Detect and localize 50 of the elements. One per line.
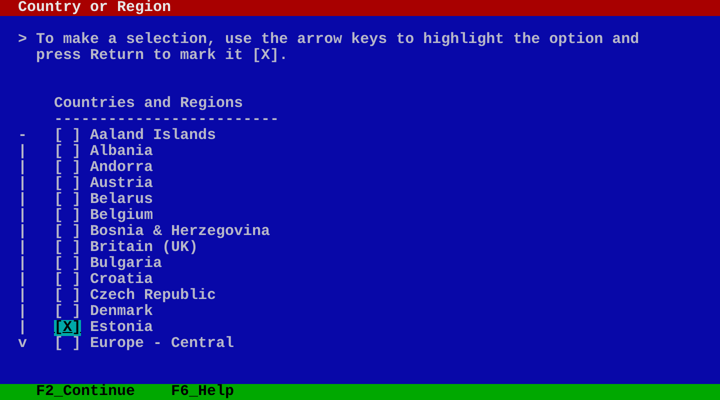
scroll-indicator: -	[18, 128, 28, 144]
checkbox[interactable]: [ ]	[54, 144, 82, 160]
checkbox[interactable]: [ ]	[54, 240, 82, 256]
checkbox[interactable]: [ ]	[54, 128, 82, 144]
scroll-indicator: |	[18, 208, 28, 224]
function-key-hint[interactable]: F2_Continue	[36, 384, 136, 400]
prompt-marker: >	[18, 32, 28, 48]
scroll-indicator: |	[18, 176, 28, 192]
scroll-indicator: |	[18, 288, 28, 304]
checkbox[interactable]: [ ]	[54, 192, 82, 208]
instruction-text: To make a selection, use the arrow keys to highlight the option and	[36, 32, 640, 48]
list-heading: Countries and Regions	[54, 96, 244, 112]
scroll-indicator: |	[18, 304, 28, 320]
checkbox[interactable]: [ ]	[54, 336, 82, 352]
checkbox[interactable]: [ ]	[54, 304, 82, 320]
option-label: Belgium	[90, 208, 154, 224]
scroll-indicator: |	[18, 144, 28, 160]
scroll-indicator: v	[18, 336, 28, 352]
checkbox[interactable]: [ ]	[54, 160, 82, 176]
scroll-indicator: |	[18, 240, 28, 256]
scroll-indicator: |	[18, 256, 28, 272]
option-label: Aaland Islands	[90, 128, 216, 144]
window-title: Country or Region	[18, 0, 172, 16]
option-label: Belarus	[90, 192, 154, 208]
option-label: Denmark	[90, 304, 154, 320]
option-label: Europe - Central	[90, 336, 234, 352]
option-label: Bosnia & Herzegovina	[90, 224, 270, 240]
checkbox[interactable]: [ ]	[54, 208, 82, 224]
scroll-indicator: |	[18, 160, 28, 176]
heading-rule: -------------------------	[54, 112, 280, 128]
option-label: Estonia	[90, 320, 154, 336]
scroll-indicator: |	[18, 224, 28, 240]
option-label: Albania	[90, 144, 154, 160]
checkbox[interactable]: [ ]	[54, 256, 82, 272]
checkbox[interactable]: [ ]	[54, 288, 82, 304]
option-label: Austria	[90, 176, 154, 192]
checkbox[interactable]: [ ]	[54, 272, 82, 288]
instruction-text: press Return to mark it [X].	[36, 48, 288, 64]
checkbox[interactable]: [ ]	[54, 176, 82, 192]
option-label: Croatia	[90, 272, 154, 288]
option-label: Czech Republic	[90, 288, 216, 304]
option-label: Bulgaria	[90, 256, 162, 272]
checkbox[interactable]: [X]	[54, 320, 82, 336]
option-label: Britain (UK)	[90, 240, 198, 256]
scroll-indicator: |	[18, 192, 28, 208]
scroll-indicator: |	[18, 320, 28, 336]
scroll-indicator: |	[18, 272, 28, 288]
function-key-hint[interactable]: F6_Help	[171, 384, 234, 400]
option-label: Andorra	[90, 160, 154, 176]
checkbox[interactable]: [ ]	[54, 224, 82, 240]
